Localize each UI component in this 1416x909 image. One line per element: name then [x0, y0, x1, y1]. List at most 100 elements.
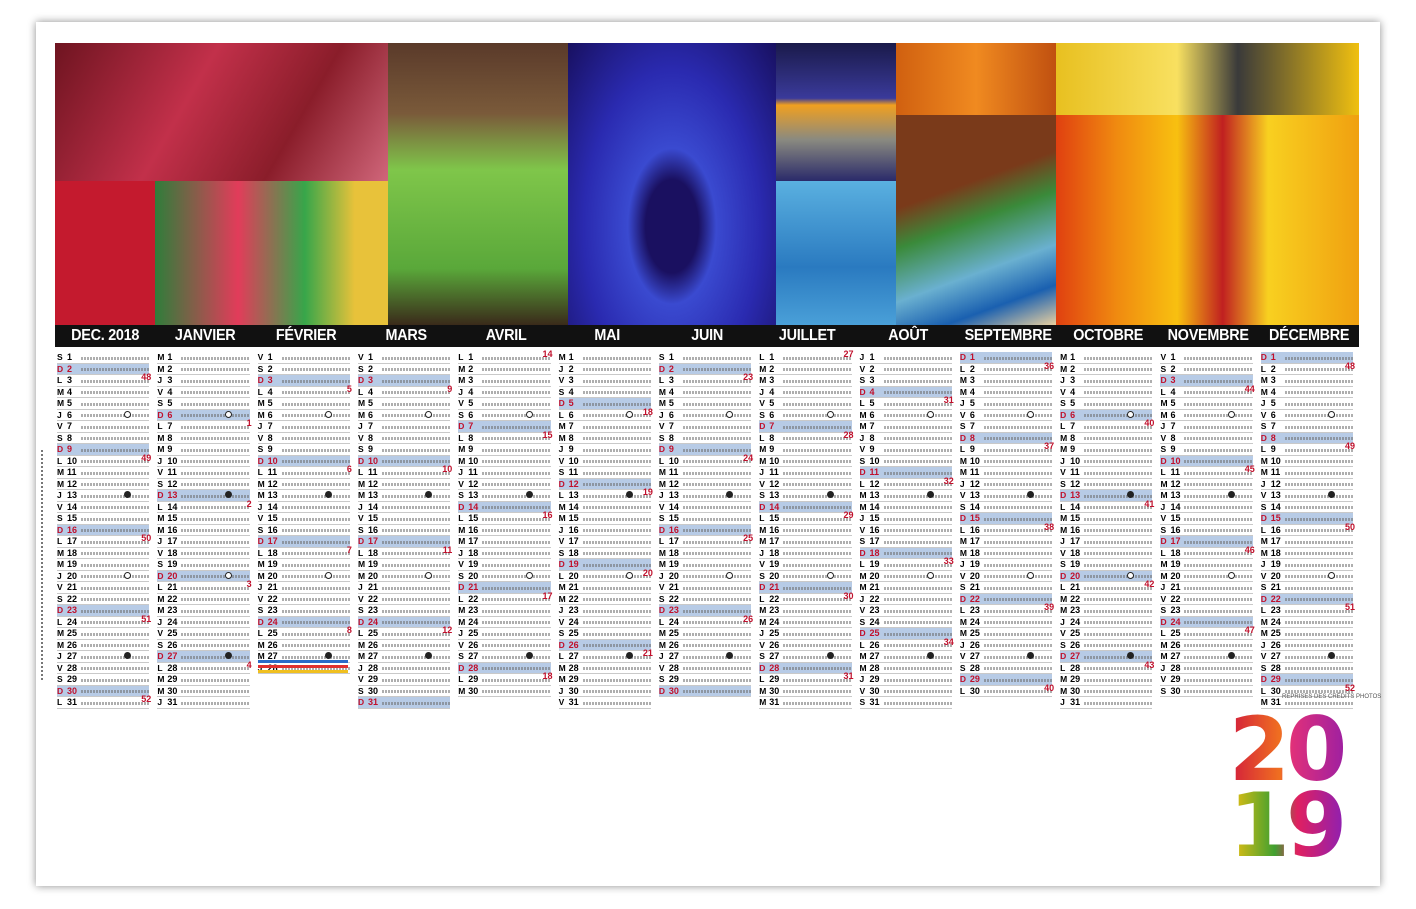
day-letter: M — [859, 501, 867, 512]
day-row: M 21 — [558, 582, 651, 594]
day-row: L 1 27 — [759, 349, 854, 364]
day-number: 2 — [468, 363, 474, 374]
day-number: 31 — [769, 697, 780, 708]
day-row: M 22 — [1060, 594, 1153, 605]
day-letter: L — [458, 352, 464, 363]
saint-name — [1084, 517, 1153, 521]
day-letter: D — [558, 559, 565, 570]
day-row: V9 — [859, 444, 952, 456]
day-number: 10 — [1270, 455, 1281, 466]
day-row: V5 — [759, 398, 852, 410]
day-row: M 24 — [959, 617, 1053, 628]
day-letter: J — [859, 674, 865, 685]
saint-name — [281, 494, 350, 498]
saint-name — [482, 391, 551, 395]
saint-name — [883, 586, 952, 590]
day-row: V 27 — [959, 651, 1053, 663]
moon-phase-icon — [826, 410, 834, 418]
day-number: 16 — [267, 524, 278, 535]
saint-name — [1084, 655, 1153, 659]
day-row: D 16 — [658, 524, 752, 536]
day-letter: V — [157, 547, 163, 558]
saint-name — [1184, 506, 1253, 510]
day-number: 17 — [468, 536, 479, 547]
month-label: FÉVRIER — [275, 327, 337, 344]
day-row: V 10 — [558, 456, 651, 467]
month-column: V 1 S 2 D 3 L 4 5 M 5 M 6 J 7 V 8 S 9 D 10 L 11 6 M 12 M 13 J 14 V 15 S 1… — [256, 352, 356, 692]
day-number: 1 — [668, 352, 674, 363]
day-row: M 12 — [1160, 479, 1253, 490]
saint-name — [181, 667, 250, 671]
day-row: D7 — [458, 421, 551, 433]
saint-name — [883, 368, 952, 372]
saint-name — [1084, 609, 1153, 613]
day-row: J8 — [859, 433, 952, 444]
day-letter: M — [859, 409, 867, 420]
day-row: M4 — [57, 387, 150, 398]
saint-name — [783, 563, 852, 567]
saint-name — [783, 483, 852, 487]
month-column: M 1 M 2 J 3 V 4 S 5 D 6 L 7 1 M 8 M 9 J 10 V 11 S 12 D 13 L 14 2 M 15 M 1… — [155, 352, 255, 709]
saint-name — [281, 414, 350, 418]
day-letter: S — [859, 375, 866, 386]
moon-phase-icon — [224, 571, 232, 579]
day-number: 30 — [1070, 685, 1081, 696]
day-letter: M — [458, 455, 466, 466]
day-number: 25 — [67, 628, 78, 639]
day-row: V 25 — [157, 628, 250, 640]
saint-name — [1184, 529, 1253, 533]
moon-phase-icon — [1027, 410, 1035, 418]
saint-name — [1184, 460, 1253, 464]
day-number: 29 — [167, 674, 178, 685]
day-number: 16 — [67, 524, 78, 535]
day-letter: M — [1160, 639, 1168, 650]
day-row: V7 — [57, 421, 150, 433]
day-letter: M — [558, 421, 566, 432]
day-letter: S — [1160, 363, 1167, 374]
day-row: V 16 — [859, 525, 952, 536]
day-row: V 18 — [157, 547, 250, 559]
day-row: J6 — [658, 410, 752, 421]
day-row: J5 — [959, 398, 1053, 410]
day-number: 24 — [769, 616, 780, 627]
saint-name — [81, 701, 150, 705]
saint-name — [81, 609, 150, 613]
day-row: V8 — [257, 433, 350, 444]
day-number: 15 — [468, 513, 479, 524]
day-number: 11 — [1270, 467, 1281, 478]
day-row: M 10 — [759, 456, 852, 467]
moon-phase-icon — [324, 571, 332, 579]
day-row: M 29 — [558, 674, 651, 686]
day-row: D5 — [558, 398, 651, 410]
day-row: S5 — [1060, 398, 1153, 410]
day-row: S8 — [658, 433, 752, 444]
saint-name — [883, 621, 952, 625]
day-row: S 14 — [1260, 502, 1354, 513]
saint-name — [1084, 425, 1153, 429]
day-letter: M — [157, 593, 165, 604]
day-letter: M — [658, 547, 666, 558]
saint-name — [883, 678, 952, 682]
day-number: 9 — [67, 444, 73, 455]
day-number: 25 — [468, 628, 479, 639]
week-number: 52 — [1345, 682, 1356, 693]
day-letter: J — [357, 501, 363, 512]
saint-name — [1184, 448, 1253, 452]
saint-name — [1184, 471, 1253, 475]
day-letter: J — [959, 478, 965, 489]
day-letter: L — [1160, 547, 1166, 558]
day-letter: M — [257, 570, 265, 581]
day-number: 16 — [568, 524, 579, 535]
day-number: 30 — [67, 685, 78, 696]
saint-name — [883, 356, 952, 360]
day-number: 22 — [1270, 593, 1281, 604]
saint-name — [582, 517, 651, 521]
day-number: 20 — [1170, 570, 1181, 581]
day-row: D 27 — [1060, 651, 1153, 663]
day-number: 3 — [468, 375, 474, 386]
day-row: S 13 — [759, 490, 852, 502]
day-number: 9 — [1070, 444, 1076, 455]
day-row: J 25 — [458, 628, 551, 640]
day-letter: M — [357, 570, 366, 581]
saint-name — [1184, 621, 1253, 625]
